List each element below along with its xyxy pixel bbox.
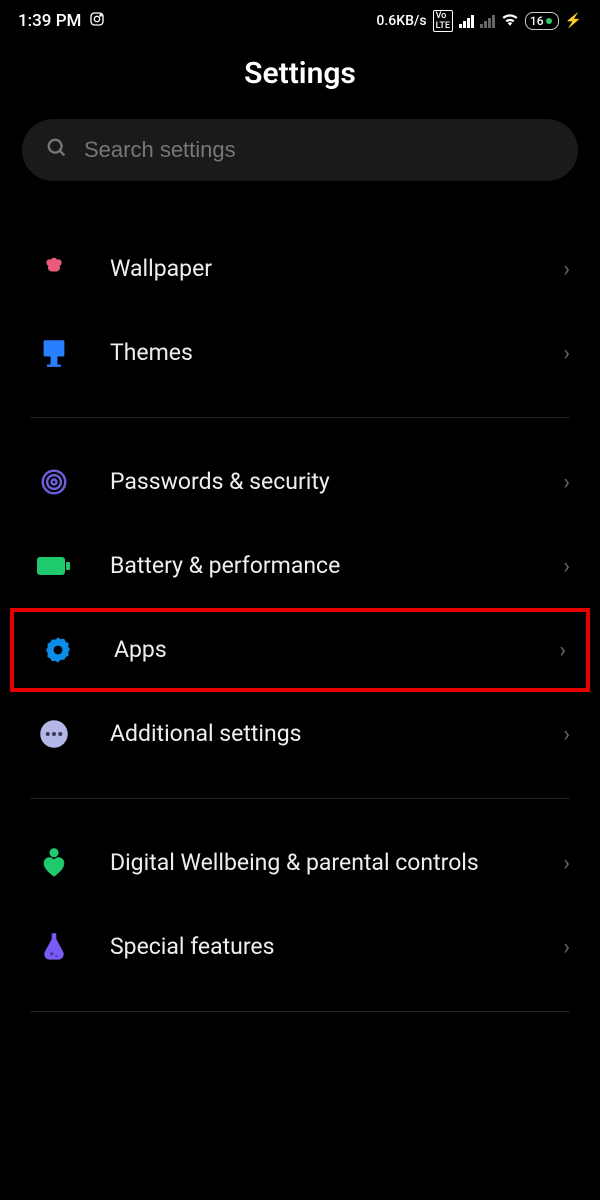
wifi-icon <box>501 12 519 30</box>
page-title: Settings <box>0 38 600 119</box>
settings-item-additional[interactable]: Additional settings › <box>0 692 600 776</box>
settings-list: Wallpaper › Themes › Passwords & securit… <box>0 181 600 1012</box>
divider <box>30 417 570 418</box>
item-label: Passwords & security <box>110 467 527 497</box>
flask-icon <box>34 927 74 967</box>
status-time: 1:39 PM <box>18 11 81 31</box>
chevron-right-icon: › <box>563 470 570 495</box>
instagram-icon <box>89 11 105 32</box>
search-input[interactable] <box>84 137 554 163</box>
chevron-right-icon: › <box>563 257 570 282</box>
item-label: Digital Wellbeing & parental controls <box>110 848 527 878</box>
wellbeing-icon <box>34 843 74 883</box>
wallpaper-icon <box>34 249 74 289</box>
status-netspeed: 0.6KB/s <box>376 13 426 29</box>
search-bar[interactable] <box>22 119 578 181</box>
settings-item-special[interactable]: Special features › <box>0 905 600 989</box>
item-label: Wallpaper <box>110 254 527 284</box>
signal-icon-2 <box>480 15 495 28</box>
item-label: Special features <box>110 932 527 962</box>
signal-icon-1 <box>459 15 474 28</box>
chevron-right-icon: › <box>563 722 570 747</box>
settings-item-wallpaper[interactable]: Wallpaper › <box>0 227 600 311</box>
search-icon <box>46 137 68 163</box>
chevron-right-icon: › <box>563 554 570 579</box>
item-label: Themes <box>110 338 527 368</box>
divider <box>30 1011 570 1012</box>
settings-item-wellbeing[interactable]: Digital Wellbeing & parental controls › <box>0 821 600 905</box>
status-bar: 1:39 PM 0.6KB/s VoLTE 16 ⚡ <box>0 0 600 38</box>
chevron-right-icon: › <box>563 935 570 960</box>
item-label: Apps <box>114 635 523 665</box>
battery-icon: 16 <box>525 12 559 30</box>
partial-item-above <box>44 201 600 227</box>
settings-item-themes[interactable]: Themes › <box>0 311 600 395</box>
settings-item-apps[interactable]: Apps › <box>10 608 590 692</box>
item-label: Additional settings <box>110 719 527 749</box>
chevron-right-icon: › <box>563 341 570 366</box>
themes-icon <box>34 333 74 373</box>
charging-icon: ⚡ <box>565 13 582 29</box>
volte-icon: VoLTE <box>433 10 453 32</box>
battery-icon <box>34 546 74 586</box>
more-icon <box>34 714 74 754</box>
chevron-right-icon: › <box>559 638 566 663</box>
divider <box>30 798 570 799</box>
fingerprint-icon <box>34 462 74 502</box>
settings-item-battery[interactable]: Battery & performance › <box>0 524 600 608</box>
gear-icon <box>38 630 78 670</box>
chevron-right-icon: › <box>563 851 570 876</box>
settings-item-passwords[interactable]: Passwords & security › <box>0 440 600 524</box>
item-label: Battery & performance <box>110 551 527 581</box>
